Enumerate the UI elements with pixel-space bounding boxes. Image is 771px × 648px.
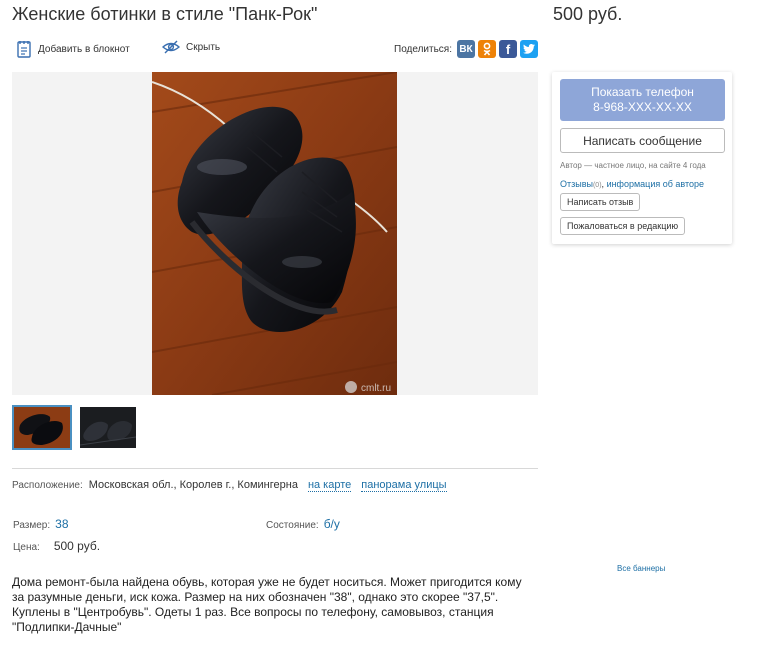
thumbnail-1[interactable] xyxy=(12,405,72,450)
listing-toolbar: Добавить в блокнот Скрыть Поделиться: ВК… xyxy=(12,40,538,62)
vk-share-icon[interactable]: ВК xyxy=(457,40,475,58)
reviews-link[interactable]: Отзывы xyxy=(560,179,593,189)
author-info-link[interactable]: информация об авторе xyxy=(607,179,704,189)
size-param: Размер: 38 xyxy=(13,517,69,531)
main-photo[interactable]: cmlt.ru xyxy=(152,72,397,395)
all-banners-link[interactable]: Все баннеры xyxy=(617,564,665,573)
links-separator: , xyxy=(601,179,605,189)
size-label: Размер: xyxy=(13,520,51,531)
photo-gallery: cmlt.ru xyxy=(12,72,538,395)
listing-price: 500 руб. xyxy=(553,4,623,24)
condition-param: Состояние: б/у xyxy=(266,517,340,531)
hide-listing-button[interactable]: Скрыть xyxy=(162,40,220,54)
map-link[interactable]: на карте xyxy=(307,479,352,492)
complain-button[interactable]: Пожаловаться в редакцию xyxy=(560,217,686,235)
write-review-button[interactable]: Написать отзыв xyxy=(560,193,641,211)
watermark: cmlt.ru xyxy=(345,381,391,394)
price-label: Цена: xyxy=(13,542,40,553)
condition-label: Состояние: xyxy=(266,520,319,531)
twitter-share-icon[interactable] xyxy=(520,40,538,58)
facebook-share-icon[interactable]: f xyxy=(499,40,517,58)
add-to-notebook-label: Добавить в блокнот xyxy=(38,43,130,55)
seller-card: Показать телефон 8-968-XXX-XX-XX Написат… xyxy=(552,72,732,244)
author-info: Автор — частное лицо, на сайте 4 года xyxy=(560,161,706,170)
thumbnail-2[interactable] xyxy=(78,405,138,450)
author-links: Отзывы(0), информация об авторе xyxy=(560,179,704,189)
write-message-button[interactable]: Написать сообщение xyxy=(560,128,725,153)
share-label: Поделиться: xyxy=(394,43,452,55)
svg-text:cmlt.ru: cmlt.ru xyxy=(361,383,391,394)
odnoklassniki-share-icon[interactable] xyxy=(478,40,496,58)
price-param: Цена: 500 руб. xyxy=(13,539,100,553)
listing-title: Женские ботинки в стиле "Панк-Рок" xyxy=(12,4,318,24)
price-value: 500 руб. xyxy=(53,539,101,553)
size-value[interactable]: 38 xyxy=(55,517,68,531)
eye-hidden-icon xyxy=(162,40,180,54)
location-value: Московская обл., Королев г., Комингерна xyxy=(88,479,298,491)
condition-value[interactable]: б/у xyxy=(324,517,340,531)
add-to-notebook-button[interactable]: Добавить в блокнот xyxy=(16,40,130,58)
thumbnail-strip xyxy=(12,405,138,450)
notebook-icon xyxy=(16,40,32,58)
show-phone-button[interactable]: Показать телефон 8-968-XXX-XX-XX xyxy=(560,79,725,121)
boots-photo-image: cmlt.ru xyxy=(152,72,397,395)
location-label: Расположение: xyxy=(12,480,83,491)
reviews-count: (0) xyxy=(592,182,602,189)
hide-listing-label: Скрыть xyxy=(186,41,221,53)
street-panorama-link[interactable]: панорама улицы xyxy=(361,479,447,492)
share-bar: Поделиться: ВК f xyxy=(394,40,538,58)
listing-description: Дома ремонт-была найдена обувь, которая … xyxy=(12,575,522,634)
section-divider xyxy=(12,468,538,469)
show-phone-label: Показать телефон xyxy=(591,85,694,99)
phone-masked: 8-968-XXX-XX-XX xyxy=(593,100,692,114)
location-row: Расположение: Московская обл., Королев г… xyxy=(12,479,447,492)
